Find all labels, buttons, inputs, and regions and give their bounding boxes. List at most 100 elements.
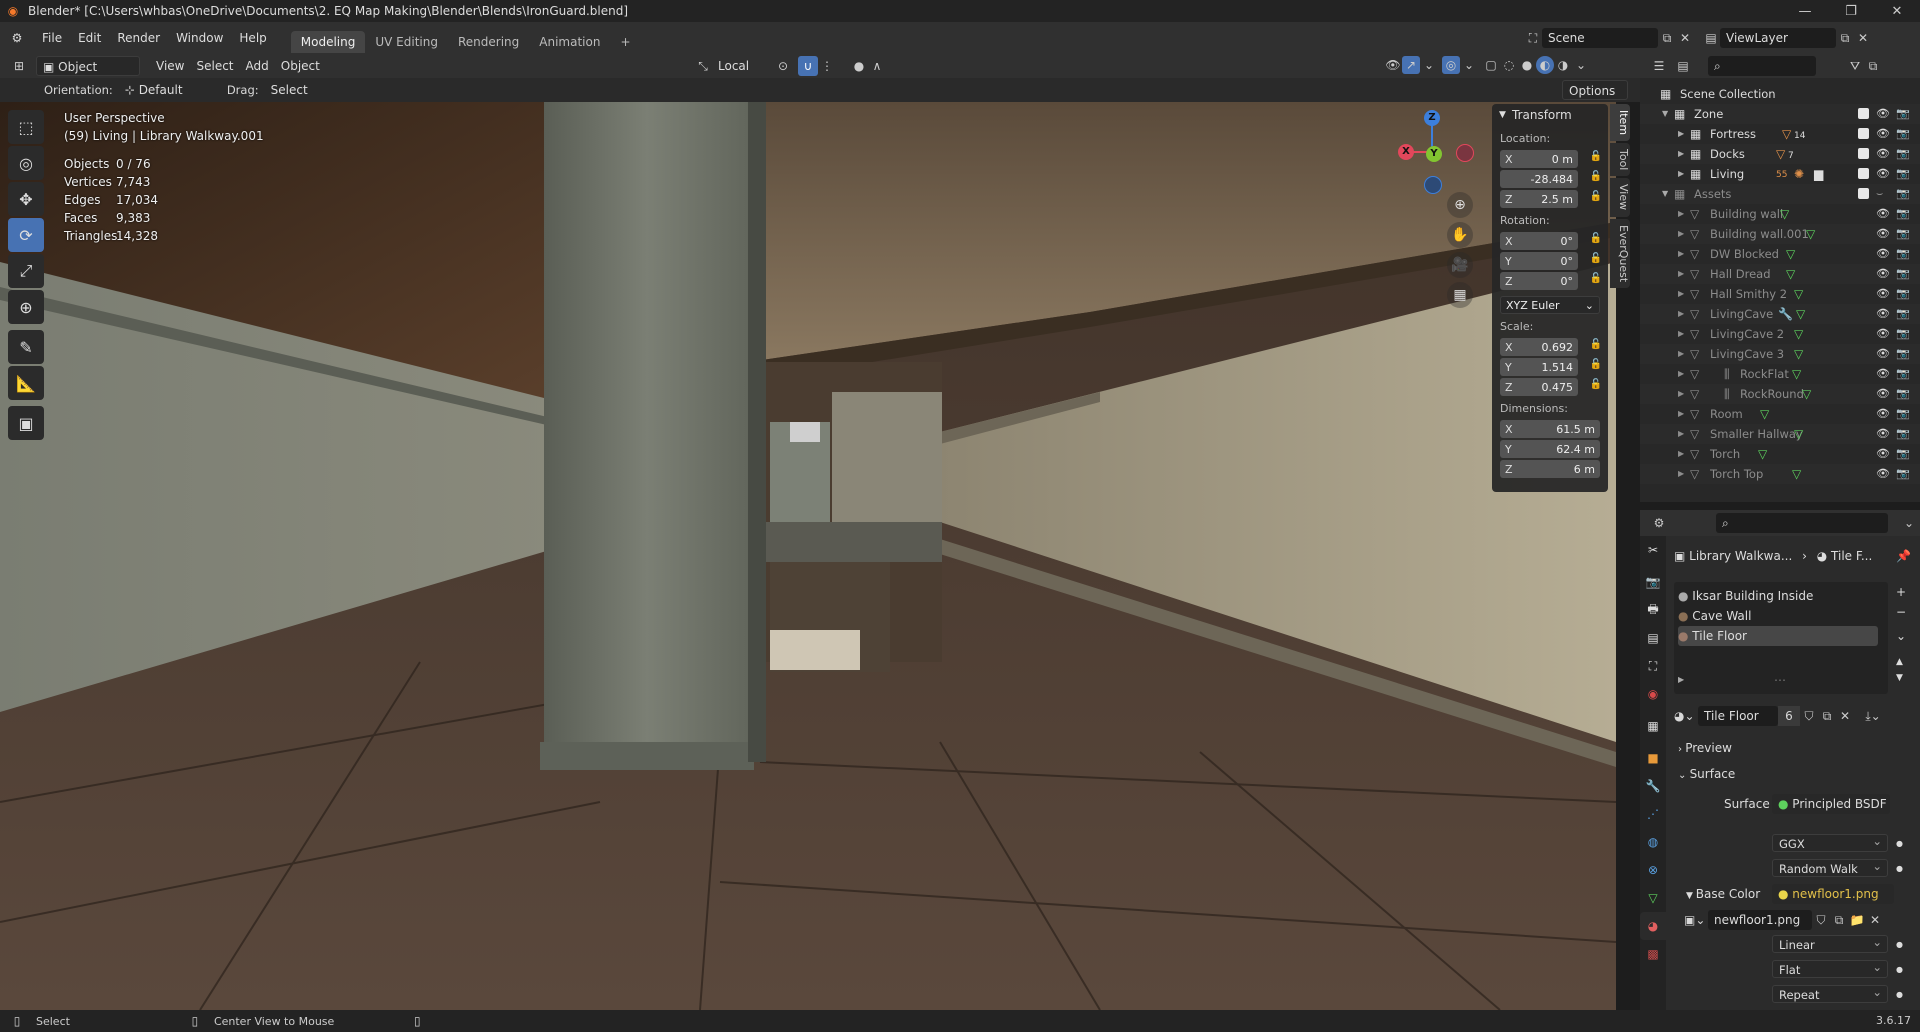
image-browse-icon[interactable]: ▣⌄ bbox=[1684, 913, 1708, 927]
gizmo-y-axis[interactable]: Y bbox=[1426, 146, 1442, 162]
tab-view[interactable]: View bbox=[1610, 178, 1630, 217]
rotation-x-field[interactable]: X 0° 🔓 bbox=[1500, 232, 1602, 250]
new-collection-icon[interactable]: ⧉ bbox=[1864, 57, 1882, 75]
expand-arrow-icon[interactable]: ▶ bbox=[1678, 124, 1684, 144]
expand-arrow-icon[interactable]: ▶ bbox=[1678, 364, 1684, 384]
eye-icon[interactable]: 👁 bbox=[1876, 204, 1890, 224]
menu-file[interactable]: File bbox=[34, 22, 70, 54]
outliner-search-input[interactable]: ⌕ bbox=[1708, 56, 1816, 76]
expand-arrow-icon[interactable]: ▶ bbox=[1678, 344, 1684, 364]
tree-row-scene-collection[interactable]: ▦ Scene Collection bbox=[1640, 84, 1920, 104]
xray-icon[interactable]: ▢ bbox=[1482, 56, 1500, 74]
lock-icon[interactable]: 🔓 bbox=[1590, 253, 1602, 264]
menu-edit[interactable]: Edit bbox=[70, 22, 109, 54]
tool-tab-icon[interactable]: ✂ bbox=[1640, 536, 1666, 564]
camera-icon[interactable]: 📷 bbox=[1896, 284, 1910, 304]
expand-arrow-icon[interactable]: ▶ bbox=[1678, 264, 1684, 284]
tab-rendering[interactable]: Rendering bbox=[448, 31, 529, 53]
surface-shader-selector[interactable]: ● Principled BSDF bbox=[1772, 794, 1890, 814]
keyframe-dot-icon[interactable]: ● bbox=[1896, 960, 1903, 980]
close-button[interactable]: ✕ bbox=[1874, 0, 1920, 22]
scene-selector[interactable]: Scene bbox=[1542, 28, 1658, 48]
tree-row-assets[interactable]: ▼ ▦ Assets ⌣ 📷 bbox=[1640, 184, 1920, 204]
eye-icon[interactable]: ⌣ bbox=[1876, 184, 1883, 204]
scale-x-field[interactable]: X 0.692 🔓 bbox=[1500, 338, 1602, 356]
tree-row-asset[interactable]: ▶ ▽ LivingCave 2 ▽ 👁 📷 bbox=[1640, 324, 1920, 344]
rotation-y-field[interactable]: Y 0° 🔓 bbox=[1500, 252, 1602, 270]
scale-y-field[interactable]: Y 1.514 🔓 bbox=[1500, 358, 1602, 376]
fake-user-icon[interactable]: ⛉ bbox=[1800, 707, 1818, 725]
camera-icon[interactable]: 📷 bbox=[1896, 244, 1910, 264]
options-button[interactable]: Options bbox=[1562, 80, 1628, 100]
rotation-mode-dropdown[interactable]: XYZ Euler ⌄ bbox=[1500, 296, 1600, 314]
tab-animation[interactable]: Animation bbox=[529, 31, 610, 53]
menu-select[interactable]: Select bbox=[190, 56, 239, 76]
camera-icon[interactable]: 📷 bbox=[1896, 144, 1910, 164]
transform-panel-title[interactable]: ▼ Transform bbox=[1492, 104, 1608, 126]
rotate-tool-icon[interactable]: ⟳ bbox=[8, 218, 44, 252]
lock-icon[interactable]: 🔓 bbox=[1590, 273, 1602, 284]
unlink-icon[interactable]: ✕ bbox=[1866, 911, 1884, 929]
camera-icon[interactable]: 📷 bbox=[1896, 404, 1910, 424]
expand-arrow-icon[interactable]: ▶ bbox=[1678, 284, 1684, 304]
proportional-edit-icon[interactable]: ● bbox=[850, 57, 868, 75]
overlays-toggle-icon[interactable]: ◎ bbox=[1442, 56, 1460, 74]
expand-arrow-icon[interactable]: ▶ bbox=[1678, 204, 1684, 224]
camera-icon[interactable]: 📷 bbox=[1896, 104, 1910, 124]
camera-icon[interactable]: 📷 bbox=[1896, 304, 1910, 324]
eye-icon[interactable]: 👁 bbox=[1876, 124, 1890, 144]
object-tab-icon[interactable]: ■ bbox=[1640, 744, 1666, 772]
exclude-checkbox[interactable] bbox=[1858, 168, 1869, 179]
shading-menu-icon[interactable]: ⌄ bbox=[1572, 56, 1590, 74]
minimize-button[interactable]: — bbox=[1782, 0, 1828, 22]
expand-arrow-icon[interactable]: ▼ bbox=[1662, 184, 1668, 204]
expand-arrow-icon[interactable]: ▶ bbox=[1678, 670, 1684, 690]
orientation-selector[interactable]: ⊹ Default bbox=[119, 80, 213, 100]
menu-render[interactable]: Render bbox=[109, 22, 168, 54]
add-workspace-button[interactable]: + bbox=[610, 31, 640, 53]
gizmo-neg-z[interactable] bbox=[1424, 176, 1442, 194]
select-box-tool-icon[interactable]: ⬚ bbox=[8, 110, 44, 144]
eye-icon[interactable]: 👁 bbox=[1876, 464, 1890, 484]
tree-row-asset[interactable]: ▶ ▽ LivingCave 🔧 ▽ 👁 📷 bbox=[1640, 304, 1920, 324]
tree-row-asset[interactable]: ▶ ▽ LivingCave 3 ▽ 👁 📷 bbox=[1640, 344, 1920, 364]
eye-icon[interactable]: 👁 bbox=[1876, 404, 1890, 424]
navigation-gizmo[interactable]: Z X Y bbox=[1390, 106, 1474, 196]
pivot-icon[interactable]: ⊙ bbox=[774, 57, 792, 75]
collection-tab-icon[interactable]: ▦ bbox=[1640, 712, 1666, 740]
distribution-dropdown[interactable]: GGX bbox=[1772, 832, 1888, 852]
outliner-editor-icon[interactable]: ☰ bbox=[1650, 57, 1668, 75]
duplicate-icon[interactable]: ⧉ bbox=[1830, 911, 1848, 929]
gizmo-menu-icon[interactable]: ⌄ bbox=[1420, 56, 1438, 74]
gizmo-z-axis[interactable]: Z bbox=[1424, 110, 1440, 126]
menu-object[interactable]: Object bbox=[275, 56, 326, 76]
scale-tool-icon[interactable]: ⤢ bbox=[8, 254, 44, 288]
rendered-shading-icon[interactable]: ◑ bbox=[1554, 56, 1572, 74]
tree-row-asset[interactable]: ▶ ▽ Torch Top ▽ 👁 📷 bbox=[1640, 464, 1920, 484]
tree-row-asset[interactable]: ▶ ▽ Room ▽ 👁 📷 bbox=[1640, 404, 1920, 424]
data-tab-icon[interactable]: ▽ bbox=[1640, 884, 1666, 912]
world-tab-icon[interactable]: ◉ bbox=[1640, 680, 1666, 708]
scene-tab-icon[interactable]: ⛶ bbox=[1640, 652, 1666, 680]
modifier-tab-icon[interactable]: 🔧 bbox=[1640, 772, 1666, 800]
lock-icon[interactable]: 🔓 bbox=[1590, 359, 1602, 370]
lock-icon[interactable]: 🔓 bbox=[1590, 379, 1602, 390]
tree-row-asset[interactable]: ▶ ▽ Hall Smithy 2 ▽ 👁 📷 bbox=[1640, 284, 1920, 304]
slot-iksar-building-inside[interactable]: ● Iksar Building Inside bbox=[1678, 586, 1884, 606]
keyframe-dot-icon[interactable]: ● bbox=[1896, 985, 1903, 1005]
projection-dropdown[interactable]: Flat bbox=[1772, 958, 1888, 978]
fake-user-icon[interactable]: ⛉ bbox=[1812, 911, 1830, 929]
keyframe-dot-icon[interactable]: ● bbox=[1896, 859, 1903, 879]
expand-arrow-icon[interactable]: ▶ bbox=[1678, 304, 1684, 324]
location-x-field[interactable]: X 0 m 🔓 bbox=[1500, 150, 1602, 168]
ortho-grid-icon[interactable]: ▦ bbox=[1447, 282, 1473, 308]
location-y-field[interactable]: -28.484 🔓 bbox=[1500, 170, 1602, 188]
eye-icon[interactable]: 👁 bbox=[1876, 344, 1890, 364]
maximize-button[interactable]: ❐ bbox=[1828, 0, 1874, 22]
eye-icon[interactable]: 👁 bbox=[1876, 304, 1890, 324]
properties-search-input[interactable]: ⌕ bbox=[1716, 513, 1888, 533]
blender-menu-icon[interactable]: ⚙ bbox=[8, 29, 26, 47]
preview-section[interactable]: › Preview bbox=[1678, 738, 1732, 758]
menu-view[interactable]: View bbox=[150, 56, 190, 76]
tab-uv-editing[interactable]: UV Editing bbox=[365, 31, 448, 53]
